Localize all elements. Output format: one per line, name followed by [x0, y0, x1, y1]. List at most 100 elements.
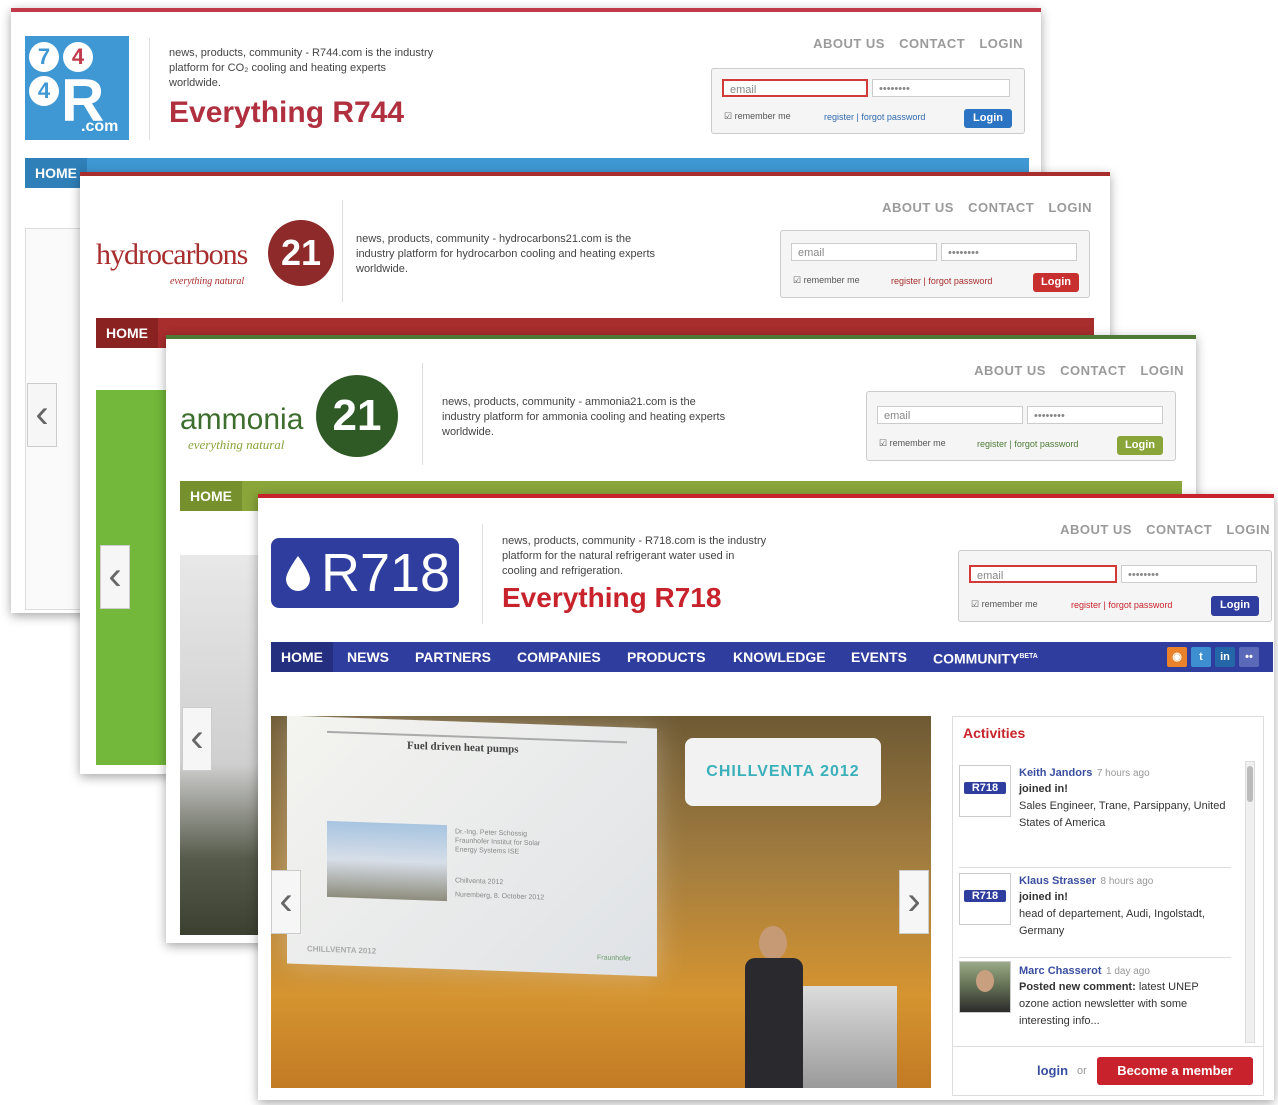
- forgot-password-link[interactable]: forgot password: [928, 276, 992, 286]
- about-us-link[interactable]: ABOUT US: [1060, 522, 1132, 537]
- slideshow-next-arrow[interactable]: ›: [899, 870, 929, 934]
- slideshow-prev-arrow[interactable]: ‹: [271, 870, 301, 934]
- r718-top-links: ABOUT US CONTACT LOGIN: [1050, 522, 1270, 537]
- contact-link[interactable]: CONTACT: [968, 200, 1034, 215]
- hc-top-line: [80, 172, 1110, 176]
- register-link[interactable]: register: [1071, 600, 1101, 610]
- email-field[interactable]: email: [969, 565, 1117, 583]
- ammonia-logo[interactable]: ammonia everything natural 21: [180, 373, 410, 463]
- nav-home[interactable]: HOME: [271, 642, 333, 672]
- r744-tagline: news, products, community - R744.com is …: [169, 47, 434, 89]
- nav-community[interactable]: COMMUNITYBETA: [933, 642, 1038, 672]
- user-photo-avatar: [959, 961, 1011, 1013]
- register-link[interactable]: register: [824, 112, 854, 122]
- login-link[interactable]: LOGIN: [1140, 363, 1184, 378]
- login-footer-link[interactable]: login: [1037, 1063, 1068, 1078]
- activity-divider: [959, 867, 1231, 868]
- password-field[interactable]: ••••••••: [941, 243, 1077, 261]
- activity-user-link[interactable]: Keith Jandors: [1019, 767, 1092, 779]
- email-field[interactable]: email: [791, 243, 937, 261]
- activities-scrollbar[interactable]: [1245, 761, 1255, 1043]
- activities-footer: login or Become a member: [953, 1046, 1263, 1095]
- presenter-info: Dr.-Ing. Peter Schossig Fraunhofer Insti…: [455, 828, 541, 856]
- login-link[interactable]: LOGIN: [979, 36, 1023, 51]
- r744-header-divider: [149, 38, 150, 140]
- r744-logo[interactable]: 7 4 4 R .com: [25, 36, 129, 140]
- contact-link[interactable]: CONTACT: [1060, 363, 1126, 378]
- event-line-2: Nuremberg, 8. October 2012: [455, 891, 545, 902]
- activity-action: Posted new comment:: [1019, 981, 1136, 993]
- avatar-label: R718: [964, 782, 1006, 794]
- register-link[interactable]: register: [891, 276, 921, 286]
- flickr-icon[interactable]: ••: [1239, 647, 1259, 667]
- ammonia-top-line: [166, 335, 1196, 339]
- nav-products[interactable]: PRODUCTS: [627, 642, 706, 672]
- ammonia-logo-badge: 21: [316, 375, 398, 457]
- contact-link[interactable]: CONTACT: [1146, 522, 1212, 537]
- about-us-link[interactable]: ABOUT US: [813, 36, 885, 51]
- social-icons: ◉ t in ••: [1163, 647, 1259, 667]
- activity-time: 1 day ago: [1106, 966, 1150, 977]
- password-field[interactable]: ••••••••: [1121, 565, 1257, 583]
- email-field[interactable]: email: [722, 79, 868, 97]
- register-link[interactable]: register: [977, 439, 1007, 449]
- remember-me-label: remember me: [734, 111, 791, 121]
- forgot-password-link[interactable]: forgot password: [1108, 600, 1172, 610]
- r718-top-line: [258, 494, 1274, 498]
- nav-community-label: COMMUNITY: [933, 650, 1020, 667]
- linkedin-icon[interactable]: in: [1215, 647, 1235, 667]
- r718-logo[interactable]: R718: [271, 538, 459, 608]
- login-button[interactable]: Login: [1117, 436, 1163, 455]
- nav-home[interactable]: HOME: [180, 481, 242, 511]
- link-separator: |: [923, 276, 926, 286]
- remember-me-checkbox[interactable]: ☑ remember me: [879, 438, 946, 449]
- login-button[interactable]: Login: [964, 109, 1012, 128]
- email-field[interactable]: email: [877, 406, 1023, 424]
- r718-site-card: R718 news, products, community - R718.co…: [258, 494, 1274, 1100]
- remember-me-label: remember me: [889, 438, 946, 448]
- ammonia-prev-arrow[interactable]: ‹: [182, 707, 212, 771]
- account-links: register | forgot password: [977, 439, 1078, 449]
- activity-detail: head of departement, Audi, Ingolstadt, G…: [1019, 908, 1205, 937]
- link-separator: |: [1103, 600, 1106, 610]
- remember-me-checkbox[interactable]: ☑ remember me: [793, 275, 860, 286]
- forgot-password-link[interactable]: forgot password: [861, 112, 925, 122]
- twitter-icon[interactable]: t: [1191, 647, 1211, 667]
- activity-user-link[interactable]: Klaus Strasser: [1019, 875, 1096, 887]
- remember-me-checkbox[interactable]: ☑ remember me: [971, 599, 1038, 610]
- hc-logo[interactable]: hydrocarbons everything natural 21: [96, 214, 336, 294]
- nav-events[interactable]: EVENTS: [851, 642, 907, 672]
- nav-home[interactable]: HOME: [25, 158, 87, 188]
- password-field[interactable]: ••••••••: [872, 79, 1010, 97]
- ammonia-tagline: news, products, community - ammonia21.co…: [442, 396, 726, 438]
- event-line-1: Chillventa 2012: [455, 877, 504, 887]
- hc-prev-arrow[interactable]: ‹: [100, 545, 130, 609]
- r744-logo-digit: 4: [29, 76, 59, 106]
- login-button[interactable]: Login: [1211, 596, 1259, 616]
- nav-home[interactable]: HOME: [96, 318, 158, 348]
- r744-prev-arrow[interactable]: ‹: [27, 383, 57, 447]
- activity-item[interactable]: R718 Keith Jandors 7 hours ago joined in…: [959, 761, 1239, 865]
- about-us-link[interactable]: ABOUT US: [974, 363, 1046, 378]
- login-link[interactable]: LOGIN: [1048, 200, 1092, 215]
- contact-link[interactable]: CONTACT: [899, 36, 965, 51]
- login-link[interactable]: LOGIN: [1226, 522, 1270, 537]
- password-field[interactable]: ••••••••: [1027, 406, 1163, 424]
- hc-tagline: news, products, community - hydrocarbons…: [356, 233, 656, 275]
- nav-news[interactable]: NEWS: [347, 642, 389, 672]
- activity-item[interactable]: Marc Chasserot 1 day ago Posted new comm…: [959, 961, 1239, 1035]
- rss-icon[interactable]: ◉: [1167, 647, 1187, 667]
- forgot-password-link[interactable]: forgot password: [1014, 439, 1078, 449]
- nav-partners[interactable]: PARTNERS: [415, 642, 491, 672]
- remember-me-checkbox[interactable]: ☑ remember me: [724, 111, 791, 122]
- activity-user-link[interactable]: Marc Chasserot: [1019, 965, 1102, 977]
- nav-companies[interactable]: COMPANIES: [517, 642, 601, 672]
- become-member-button[interactable]: Become a member: [1097, 1057, 1253, 1085]
- about-us-link[interactable]: ABOUT US: [882, 200, 954, 215]
- r718-tagline: news, products, community - R718.com is …: [502, 535, 767, 577]
- or-text: or: [1077, 1065, 1087, 1077]
- activity-item[interactable]: R718 Klaus Strasser 8 hours ago joined i…: [959, 871, 1239, 963]
- r744-top-links: ABOUT US CONTACT LOGIN: [803, 36, 1023, 51]
- login-button[interactable]: Login: [1033, 273, 1079, 292]
- nav-knowledge[interactable]: KNOWLEDGE: [733, 642, 826, 672]
